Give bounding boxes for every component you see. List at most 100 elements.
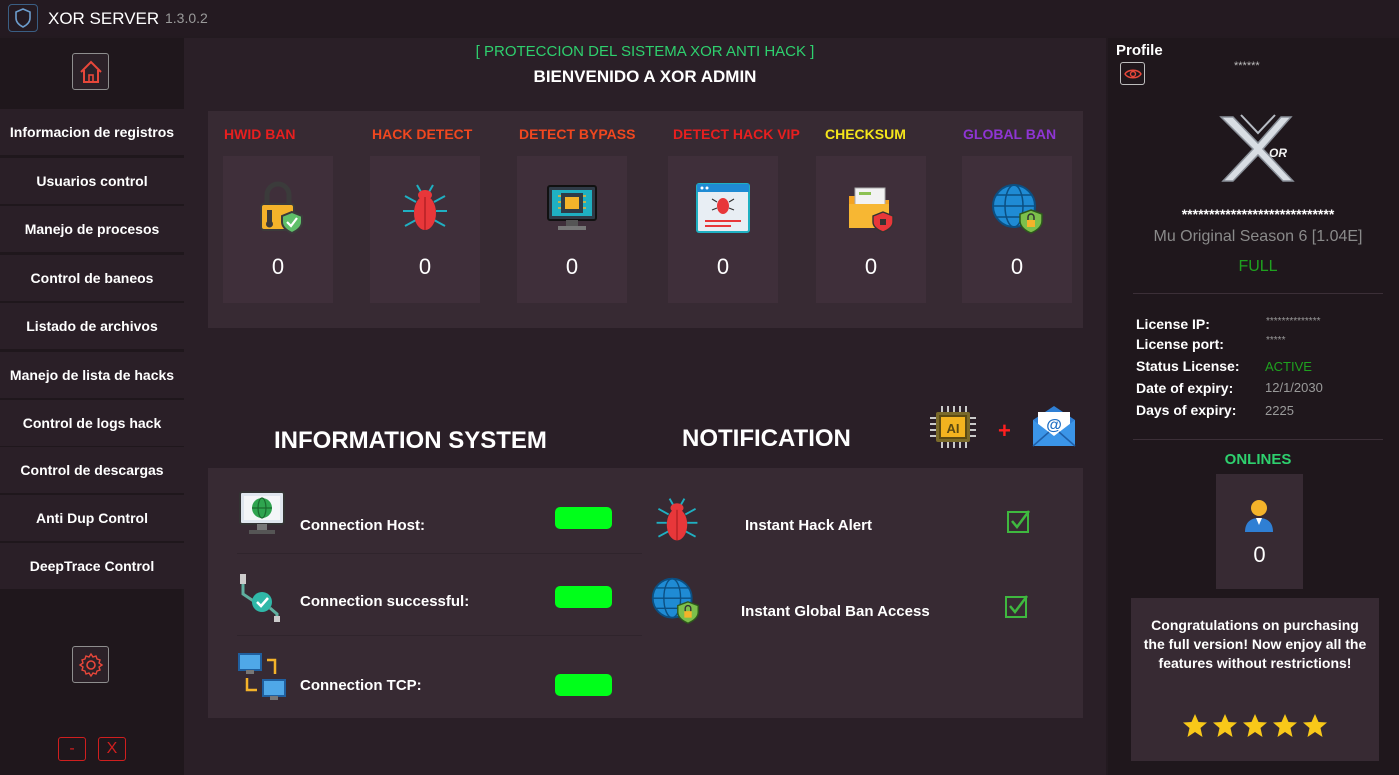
browser-bug-icon <box>696 183 750 233</box>
star-icon <box>1213 714 1237 737</box>
days-expiry-value: 2225 <box>1265 403 1294 418</box>
stat-value-global-ban: 0 <box>1010 254 1024 279</box>
license-key-masked: **************************** <box>1181 206 1335 222</box>
notification-label: Instant Global Ban Access <box>741 603 930 620</box>
edition-badge: FULL <box>1238 258 1278 275</box>
app-version: 1.3.0.2 <box>165 10 208 26</box>
stat-value-detect-bypass: 0 <box>565 254 579 279</box>
stat-card-hwid-ban: 0 <box>223 156 333 303</box>
date-expiry-value: 12/1/2030 <box>1265 380 1323 395</box>
padlock-shield-icon <box>260 181 303 235</box>
bug-icon <box>403 184 447 230</box>
promo-text: Congratulations on purchasing the full v… <box>1143 617 1367 671</box>
sidebar-item-label: Listado de archivos <box>26 318 158 334</box>
settings-button[interactable] <box>72 646 109 683</box>
sidebar-item-label: DeepTrace Control <box>29 558 155 574</box>
license-port-label: License port: <box>1136 336 1224 352</box>
show-password-button[interactable] <box>1120 62 1145 85</box>
sidebar-item-label: Control de logs hack <box>22 415 162 431</box>
star-icon <box>1303 714 1327 737</box>
information-panel: Connection Host: Connection successful: <box>208 468 1083 718</box>
divider <box>1133 439 1383 440</box>
stat-label-global-ban: GLOBAL BAN <box>963 126 1057 142</box>
information-system-heading: INFORMATION SYSTEM <box>274 427 547 454</box>
svg-text:OR: OR <box>1269 146 1287 160</box>
profile-panel: Profile ****** OR **********************… <box>1108 38 1399 775</box>
info-label: Connection successful: <box>300 593 470 610</box>
xor-logo: OR <box>1219 114 1295 182</box>
license-ip-label: License IP: <box>1136 316 1210 332</box>
server-name: Mu Original Season 6 [1.04E] <box>1153 228 1363 245</box>
gear-icon <box>78 652 103 677</box>
stat-label-detect-hack-vip: DETECT HACK VIP <box>673 126 800 142</box>
star-icon <box>1183 714 1207 737</box>
home-icon <box>79 60 102 83</box>
app-window: XOR SERVER 1.3.0.2 Informacion de regist… <box>0 0 1399 775</box>
onlines-card: 0 <box>1216 474 1303 589</box>
status-license-label: Status License: <box>1136 358 1240 374</box>
notification-row-hack-alert: Instant Hack Alert <box>656 482 1068 552</box>
network-computers-icon <box>238 653 286 700</box>
bug-icon <box>656 498 698 541</box>
info-row-connection-tcp: Connection TCP: <box>237 638 642 718</box>
page-subtitle: [ PROTECCION DEL SISTEMA XOR ANTI HACK ] <box>475 43 815 60</box>
sidebar-item-label: Control de baneos <box>30 270 154 286</box>
app-title: XOR SERVER <box>48 9 160 28</box>
sidebar-item-logs-hack[interactable]: Control de logs hack <box>0 400 184 446</box>
status-indicator <box>555 507 612 529</box>
rating-stars <box>1131 713 1379 739</box>
main-content: [ PROTECCION DEL SISTEMA XOR ANTI HACK ]… <box>184 38 1106 775</box>
sidebar-item-label: Control de descargas <box>20 462 164 478</box>
globe-lock-icon <box>651 577 699 624</box>
svg-text:@: @ <box>1046 417 1062 434</box>
email-icon: @ <box>1032 406 1076 447</box>
ai-chip-icon: AI <box>930 406 976 448</box>
days-expiry-label: Days of expiry: <box>1136 402 1237 418</box>
plus-sign: + <box>998 418 1011 443</box>
promo-box: Congratulations on purchasing the full v… <box>1131 598 1379 761</box>
checkbox-checked-icon[interactable] <box>1004 593 1030 619</box>
sidebar-item-lista-hacks[interactable]: Manejo de lista de hacks <box>0 352 184 398</box>
sidebar-item-label: Anti Dup Control <box>36 510 148 526</box>
info-row-connection-successful: Connection successful: <box>237 556 642 636</box>
monitor-globe-icon <box>239 491 285 534</box>
sidebar-item-deeptrace[interactable]: DeepTrace Control <box>0 543 184 589</box>
sidebar-item-label: Manejo de procesos <box>24 221 160 237</box>
eye-icon <box>1123 69 1142 78</box>
sidebar-item-informacion-registros[interactable]: Informacion de registros <box>0 109 184 155</box>
computer-chip-icon <box>547 185 597 230</box>
close-button[interactable]: X <box>98 737 126 761</box>
sidebar-item-control-baneos[interactable]: Control de baneos <box>0 255 184 301</box>
home-button[interactable] <box>72 53 109 90</box>
stat-card-hack-detect: 0 <box>370 156 480 303</box>
star-icon <box>1243 714 1267 737</box>
stats-panel: HWID BAN HACK DETECT DETECT BYPASS DETEC… <box>208 111 1083 328</box>
stat-value-hack-detect: 0 <box>418 254 432 279</box>
folder-shield-icon <box>849 187 894 233</box>
sidebar-item-label: Manejo de lista de hacks <box>9 367 175 383</box>
stat-label-detect-bypass: DETECT BYPASS <box>519 126 636 142</box>
stat-card-global-ban: 0 <box>962 156 1072 303</box>
status-indicator <box>555 586 612 608</box>
divider <box>1133 293 1383 294</box>
sidebar-item-control-descargas[interactable]: Control de descargas <box>0 447 184 493</box>
stat-label-checksum: CHECKSUM <box>825 126 906 142</box>
status-indicator <box>555 674 612 696</box>
plug-check-icon <box>240 574 280 622</box>
user-icon <box>1245 500 1273 532</box>
sidebar-item-usuarios-control[interactable]: Usuarios control <box>0 158 184 204</box>
onlines-label: ONLINES <box>1224 451 1292 468</box>
sidebar-item-listado-archivos[interactable]: Listado de archivos <box>0 303 184 349</box>
minimize-button[interactable]: - <box>58 737 86 761</box>
license-port-value: ***** <box>1266 335 1286 346</box>
sidebar-item-label: Usuarios control <box>36 173 148 189</box>
profile-user: ****** <box>1234 60 1260 72</box>
checkbox-checked-icon[interactable] <box>1006 508 1032 534</box>
sidebar-item-anti-dup[interactable]: Anti Dup Control <box>0 495 184 541</box>
sidebar: Informacion de registros Usuarios contro… <box>0 38 184 775</box>
date-expiry-label: Date of expiry: <box>1136 380 1234 396</box>
notification-heading: NOTIFICATION <box>682 425 851 452</box>
sidebar-item-manejo-procesos[interactable]: Manejo de procesos <box>0 206 184 252</box>
sidebar-item-label: Informacion de registros <box>9 124 175 140</box>
title-bar: XOR SERVER 1.3.0.2 <box>0 0 1399 36</box>
